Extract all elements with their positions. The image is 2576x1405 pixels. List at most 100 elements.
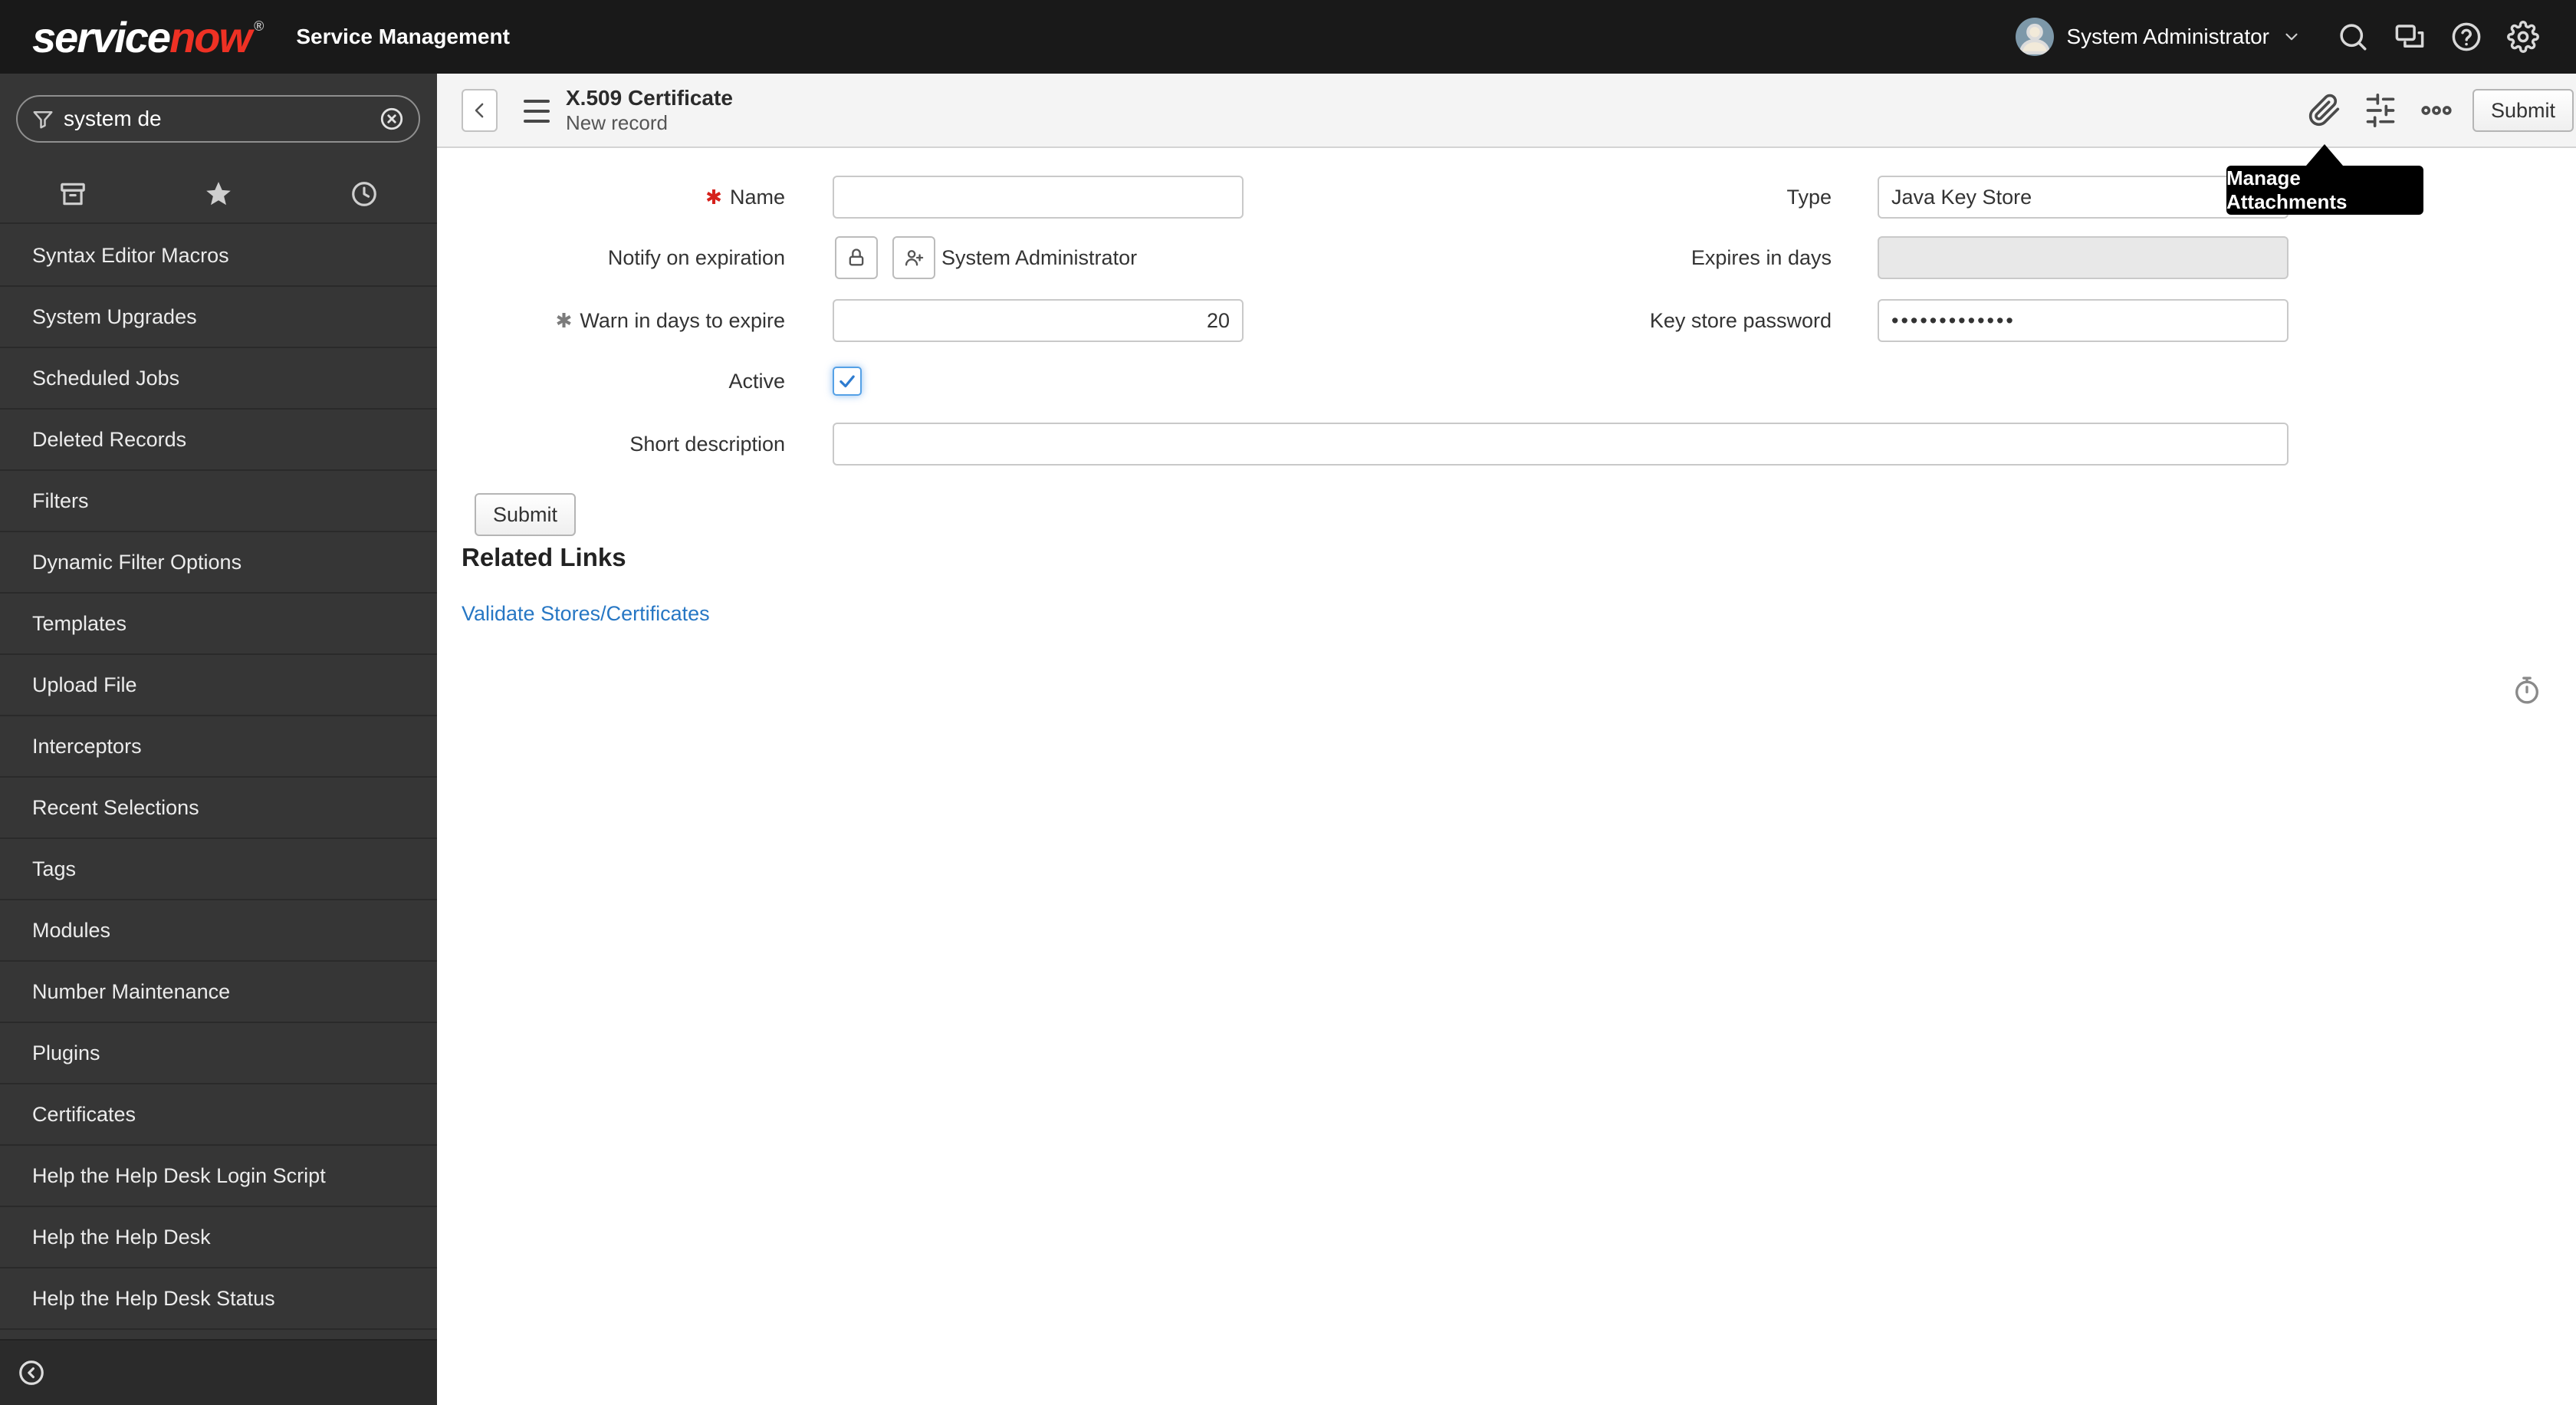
back-chevron-icon [475, 103, 483, 118]
active-checkbox[interactable] [833, 367, 862, 396]
sidebar-item-label: Scheduled Jobs [32, 367, 180, 390]
filter-navigator-input[interactable] [64, 107, 370, 131]
manage-attachments-tooltip: Manage Attachments [2226, 144, 2423, 215]
clear-filter-icon[interactable] [379, 106, 405, 132]
sidebar-item[interactable]: System Upgrades [0, 287, 437, 348]
sidebar-item[interactable]: Plugins [0, 1023, 437, 1084]
name-input[interactable] [833, 176, 1244, 219]
related-link[interactable]: Validate Stores/Certificates [462, 597, 710, 630]
record-toolbar: X.509 Certificate New record Submit [437, 74, 2576, 148]
record-subtitle: New record [566, 111, 668, 134]
sidebar-item[interactable]: Filters [0, 471, 437, 532]
search-icon[interactable] [2337, 21, 2369, 53]
sidebar-item[interactable]: Interceptors [0, 716, 437, 778]
tab-all-applications[interactable] [0, 166, 146, 222]
sidebar-item-label: Help the Help Desk Status [32, 1287, 275, 1310]
collapse-circle-icon[interactable] [17, 1358, 46, 1387]
sidebar-item-label: Plugins [32, 1041, 100, 1064]
sidebar-item[interactable]: Modules [0, 900, 437, 962]
related-links-heading: Related Links [462, 543, 626, 571]
sidebar-item[interactable]: Tags [0, 839, 437, 900]
sidebar-item-label: Help the Help Desk Login Script [32, 1164, 326, 1187]
sidebar-menu: Syntax Editor Macros System Upgrades Sch… [0, 225, 437, 1330]
sidebar-item-label: Deleted Records [32, 428, 187, 451]
logo-trademark: ® [254, 18, 264, 34]
submit-button-toolbar[interactable]: Submit [2472, 89, 2574, 132]
sidebar-item-label: Help the Help Desk [32, 1226, 211, 1249]
sidebar-item[interactable]: Scheduled Jobs [0, 348, 437, 410]
servicenow-screen: { "app": { "logo_service": "service", "l… [0, 0, 2576, 1405]
sidebar-item[interactable]: Upload File [0, 655, 437, 716]
tooltip-text: Manage Attachments [2226, 166, 2348, 213]
active-label: Active [728, 370, 785, 393]
related-links-list: Validate Stores/Certificates [462, 597, 710, 630]
type-label: Type [1786, 186, 1832, 209]
applications-tab-icon [61, 183, 85, 206]
sidebar-item[interactable]: Syntax Editor Macros [0, 225, 437, 287]
checkmark-icon [840, 375, 855, 388]
product-title: Service Management [296, 25, 510, 48]
sidebar-footer [0, 1339, 437, 1405]
sidebar-item-label: Tags [32, 857, 77, 880]
personalize-sliders-icon[interactable] [2364, 94, 2397, 127]
servicenow-logo[interactable]: service now ® [32, 12, 264, 62]
sidebar-item[interactable]: Deleted Records [0, 410, 437, 471]
top-header: service now ® Service Management System Ad… [0, 0, 2576, 74]
context-menu-icon[interactable] [524, 100, 550, 123]
sidebar-item-label: System Upgrades [32, 305, 197, 328]
sidebar-item-label: Templates [32, 612, 127, 635]
sidebar-item[interactable]: Help the Help Desk Status [0, 1268, 437, 1330]
connect-chat-icon[interactable] [2394, 21, 2426, 53]
logo-service-text: service [32, 12, 171, 61]
type-select-value: Java Key Store [1891, 186, 2032, 209]
sidebar-item[interactable]: Number Maintenance [0, 962, 437, 1023]
sidebar-item[interactable]: Recent Selections [0, 778, 437, 839]
filter-funnel-icon [33, 111, 53, 129]
short-description-input[interactable] [833, 423, 2288, 466]
sidebar-item[interactable]: Help the Help Desk Login Script [0, 1146, 437, 1207]
warn-in-days-label: ✱ Warn in days to expire [555, 309, 785, 332]
sidebar-item-label: Filters [32, 489, 89, 512]
sidebar-item-label: Number Maintenance [32, 980, 231, 1003]
sidebar-item[interactable]: Templates [0, 594, 437, 655]
help-icon[interactable] [2450, 21, 2482, 53]
sidebar-item-label: Syntax Editor Macros [32, 244, 229, 267]
sidebar-item-label: Certificates [32, 1103, 136, 1126]
main-content: X.509 Certificate New record Submit Mana… [437, 74, 2576, 1405]
sidebar-item[interactable]: Dynamic Filter Options [0, 532, 437, 594]
back-button[interactable] [462, 89, 498, 132]
name-label: ✱ Name [705, 186, 785, 209]
sidebar-item-label: Dynamic Filter Options [32, 551, 242, 574]
record-title-block: X.509 Certificate New record [566, 85, 733, 135]
sidebar-item[interactable]: Certificates [0, 1084, 437, 1146]
tab-history[interactable] [291, 166, 437, 222]
top-right-cluster: System Administrator [2016, 18, 2576, 56]
gear-icon[interactable] [2507, 21, 2539, 53]
sidebar-item[interactable]: Help the Help Desk [0, 1207, 437, 1268]
sidebar-item-label: Modules [32, 919, 111, 942]
avatar [2016, 18, 2055, 56]
required-marker-icon: ✱ [705, 186, 722, 209]
key-store-password-label: Key store password [1649, 309, 1832, 332]
navigator-tabs [0, 166, 437, 224]
user-menu[interactable]: System Administrator [2016, 18, 2302, 56]
submit-button-form[interactable]: Submit [475, 493, 577, 536]
lock-icon [849, 248, 864, 266]
add-me-button[interactable] [892, 236, 935, 279]
expires-in-days-label: Expires in days [1691, 246, 1832, 269]
sidebar-item-label: Upload File [32, 673, 137, 696]
logo-now-text: now [169, 12, 252, 61]
attachments-paperclip-icon[interactable] [2308, 94, 2341, 127]
application-navigator: Syntax Editor Macros System Upgrades Sch… [0, 74, 437, 1405]
response-time-stopwatch-icon[interactable] [2512, 675, 2542, 706]
expires-in-days-input [1878, 236, 2288, 279]
more-options-icon[interactable] [2420, 94, 2453, 127]
filled-required-marker-icon: ✱ [555, 309, 573, 332]
unlock-field-button[interactable] [835, 236, 878, 279]
warn-in-days-input[interactable] [833, 299, 1244, 342]
add-user-icon [905, 250, 924, 266]
tab-favorites[interactable] [146, 166, 291, 222]
favorites-star-icon [206, 182, 231, 206]
key-store-password-input[interactable] [1878, 299, 2288, 342]
user-name: System Administrator [2066, 25, 2269, 48]
